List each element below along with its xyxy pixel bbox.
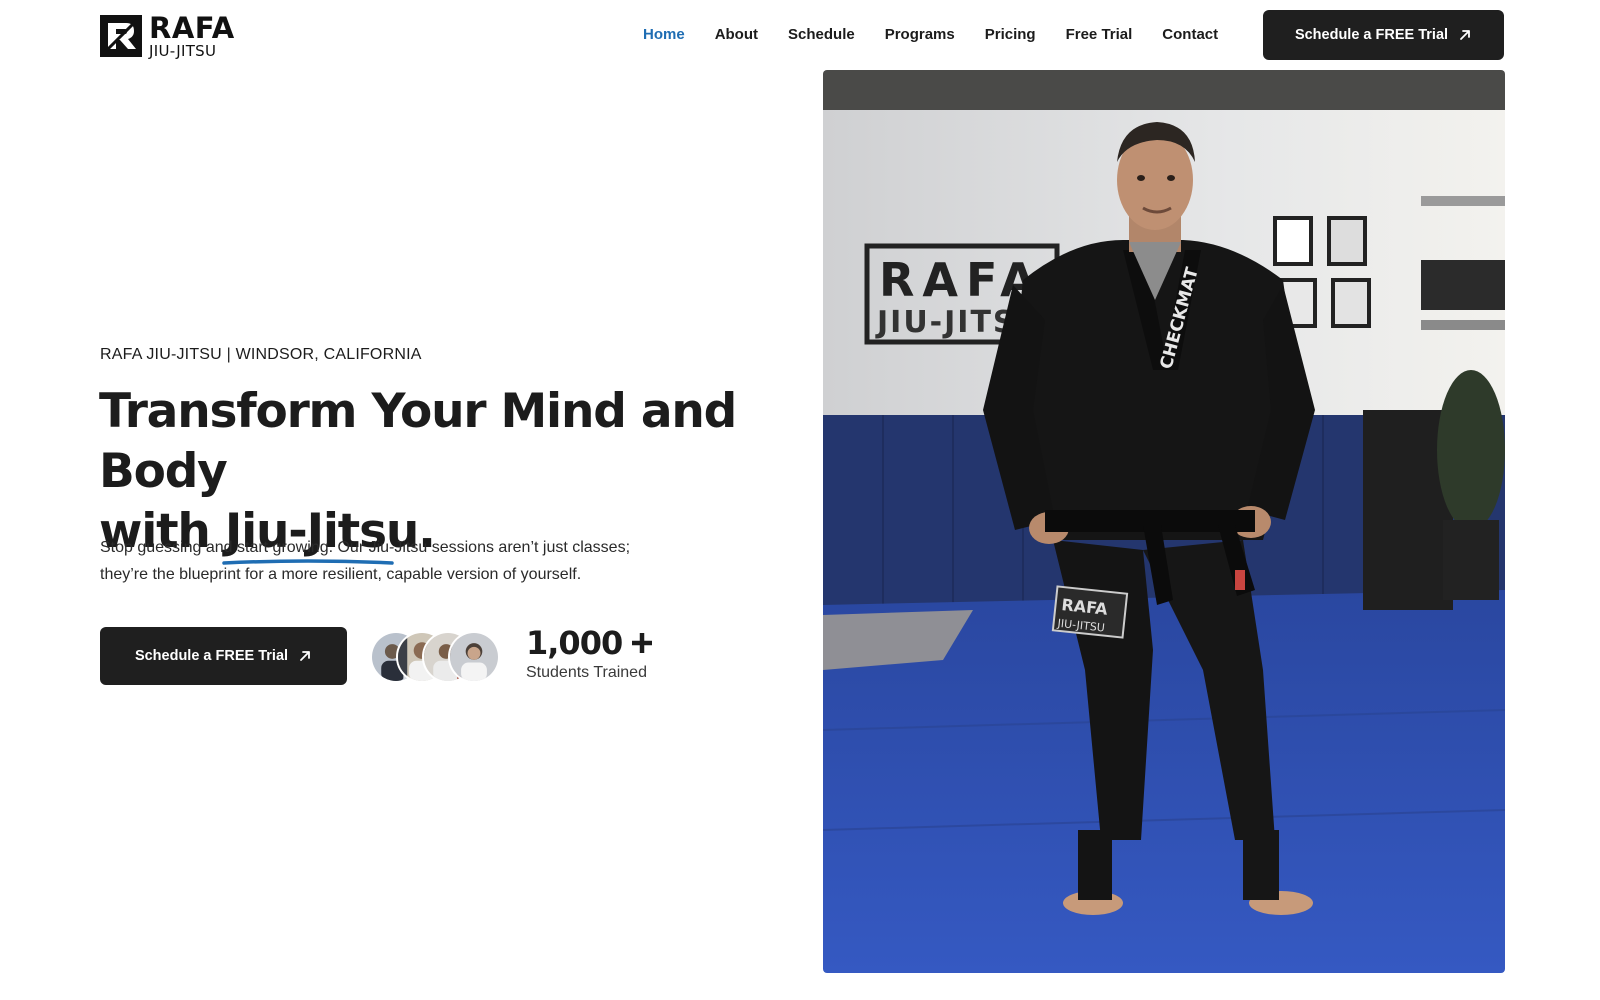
students-stat: 1,000 Students Trained xyxy=(526,624,654,682)
logo-name: RAFA xyxy=(149,10,235,45)
nav-pricing[interactable]: Pricing xyxy=(985,24,1036,46)
logo-mark-icon xyxy=(100,15,142,57)
hero-schedule-trial-button[interactable]: Schedule a FREE Trial xyxy=(100,627,347,685)
stat-value-row: 1,000 xyxy=(526,624,654,662)
nav-home[interactable]: Home xyxy=(643,24,685,46)
brand-logo[interactable]: RAFA JIU-JITSU xyxy=(100,10,242,60)
nav-contact[interactable]: Contact xyxy=(1162,24,1218,46)
arrow-up-right-icon xyxy=(300,651,310,661)
stat-value: 1,000 xyxy=(526,624,623,662)
instructor-photo-illustration: RAFA JIU-JITS CHECKMAT RAFA JIU-JITSU xyxy=(823,70,1505,973)
hero-instructor-photo: RAFA JIU-JITS CHECKMAT RAFA JIU-JITSU xyxy=(823,70,1505,973)
header-cta-label: Schedule a FREE Trial xyxy=(1294,27,1449,43)
nav-about[interactable]: About xyxy=(715,24,758,46)
headline-line-1: Transform Your Mind and Body xyxy=(99,384,737,499)
main-nav: Home About Schedule Programs Pricing Fre… xyxy=(643,24,1248,46)
plus-icon xyxy=(632,633,653,653)
hero-description: Stop guessing and start growing. Our Jiu… xyxy=(100,539,631,583)
hero-cta-label: Schedule a FREE Trial xyxy=(134,648,289,664)
nav-free-trial[interactable]: Free Trial xyxy=(1066,24,1133,46)
avatar xyxy=(448,631,500,683)
stat-label: Students Trained xyxy=(526,664,647,681)
header-schedule-trial-button[interactable]: Schedule a FREE Trial xyxy=(1263,10,1504,60)
nav-programs[interactable]: Programs xyxy=(885,24,955,46)
student-avatars xyxy=(370,631,500,683)
logo-subtitle: JIU-JITSU xyxy=(149,41,217,60)
arrow-up-right-icon xyxy=(1460,30,1470,40)
photo-sign-jiujitsu: JIU-JITS xyxy=(875,305,1017,340)
nav-schedule[interactable]: Schedule xyxy=(788,24,855,46)
hero-eyebrow: RAFA JIU-JITSU | WINDSOR, CALIFORNIA xyxy=(100,346,422,363)
